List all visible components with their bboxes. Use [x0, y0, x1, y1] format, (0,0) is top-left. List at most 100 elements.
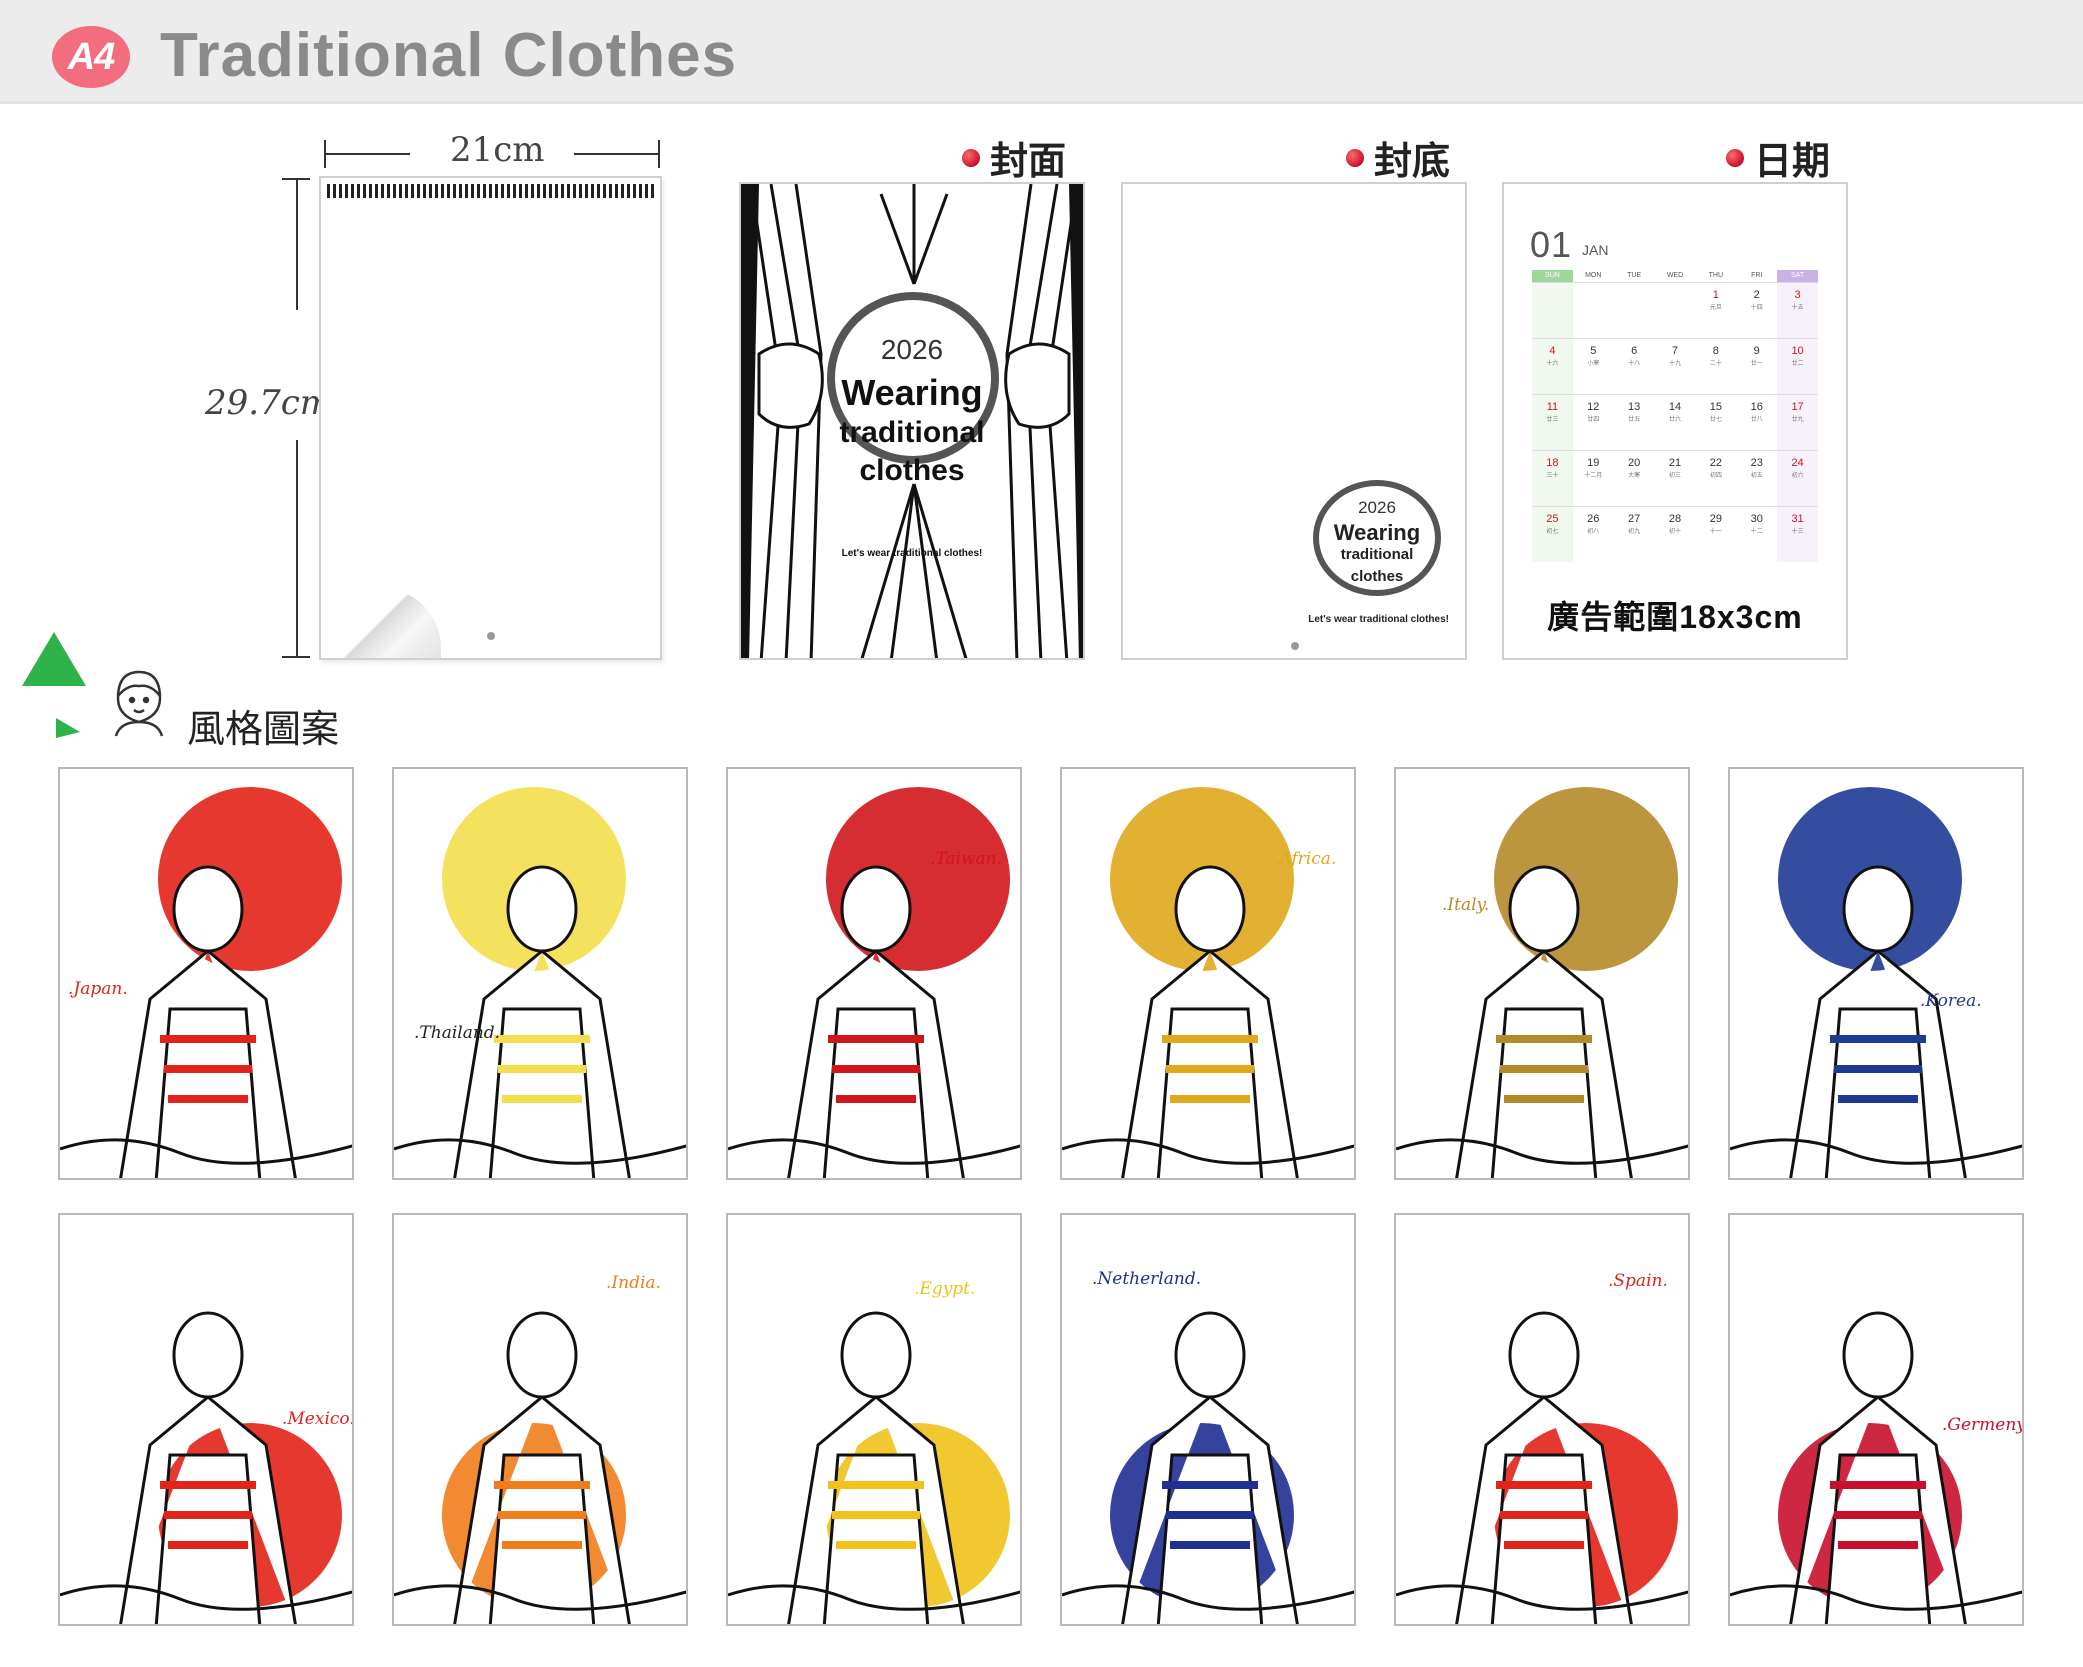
- date-label-text: 日期: [1754, 141, 1831, 183]
- style-tile[interactable]: .Thailand.: [392, 767, 688, 1180]
- figure-sketch: [1062, 865, 1354, 1178]
- lunar-date: 三十: [1546, 473, 1559, 479]
- calendar-day-cell: [1654, 282, 1696, 338]
- green-arrow-icon: [22, 632, 86, 738]
- lunar-date: 廿六: [1668, 417, 1681, 423]
- figure-sketch: [394, 1311, 686, 1624]
- cover-title-line2: traditional: [839, 416, 985, 449]
- lunar-date: 初十: [1668, 529, 1681, 535]
- style-tile[interactable]: .Japan.: [58, 767, 354, 1180]
- weekday-mon: MON: [1585, 272, 1602, 279]
- style-tile[interactable]: .Mexico.: [58, 1213, 354, 1626]
- style-tile[interactable]: .Germeny.: [1728, 1213, 2024, 1626]
- calendar-day-cell: 20 大寒: [1613, 450, 1655, 506]
- page-title: Traditional Clothes: [160, 21, 738, 90]
- back-label-text: 封底: [1374, 141, 1451, 183]
- calendar-day-cell: 9 廿一: [1736, 338, 1778, 394]
- date-section-label: 日期: [1726, 130, 1830, 185]
- lunar-date: 十八: [1628, 361, 1641, 367]
- calendar-day-cell: 19 十二月: [1572, 450, 1614, 506]
- calendar-day-cell: 24 初六: [1777, 450, 1818, 506]
- date-page-mockup: 01 JAN SUN MON TUE WED THU FRI SAT 1 元旦 2 十四 3 十五 4 十…: [1502, 182, 1848, 660]
- height-dimension-label: 29.7cm: [205, 383, 332, 423]
- style-tile[interactable]: .Egypt.: [726, 1213, 1022, 1626]
- calendar-month-number: 01: [1530, 224, 1573, 265]
- day-number: 17: [1791, 401, 1804, 413]
- red-dot-icon: [1346, 148, 1364, 167]
- style-tile[interactable]: .Taiwan.: [726, 767, 1022, 1180]
- calendar-day-cell: 30 十二: [1736, 506, 1778, 562]
- style-tile[interactable]: .Netherland.: [1060, 1213, 1356, 1626]
- day-number: 31: [1791, 513, 1804, 525]
- calendar-day-cell: 22 初四: [1695, 450, 1737, 506]
- red-dot-icon: [962, 148, 980, 167]
- tile-country-label: .Mexico.: [282, 1409, 354, 1429]
- style-tile[interactable]: .India.: [392, 1213, 688, 1626]
- day-number: 28: [1668, 513, 1682, 525]
- day-number: 3: [1794, 289, 1801, 301]
- calendar-day-cell: 17 廿九: [1777, 394, 1818, 450]
- tile-country-label: .Netherland.: [1092, 1269, 1202, 1289]
- style-tile[interactable]: .Africa.: [1060, 767, 1356, 1180]
- lunar-date: 十二: [1750, 529, 1763, 535]
- lunar-date: 廿一: [1750, 361, 1763, 367]
- calendar-day-rows: 1 元旦 2 十四 3 十五 4 十六 5 小寒 6 十八 7 十九 8 二十 9 廿一 10 廿二 11 廿三 12 廿四 1…: [1532, 282, 1818, 562]
- calendar-day-cell: [1532, 282, 1573, 338]
- tile-country-label: .India.: [606, 1273, 661, 1293]
- width-dimension-tick-right: [658, 140, 660, 168]
- cover-page-mockup: 2026 Wearing traditional clothes Let's w…: [739, 182, 1085, 660]
- lunar-date: 初三: [1668, 473, 1681, 479]
- calendar-day-cell: 7 十九: [1654, 338, 1696, 394]
- height-dimension-tick-top: [282, 178, 310, 180]
- calendar-day-cell: 16 廿八: [1736, 394, 1778, 450]
- day-number: 26: [1587, 513, 1600, 525]
- lunar-date: 二十: [1709, 361, 1722, 367]
- lunar-date: 元旦: [1709, 305, 1722, 311]
- tile-country-label: .Italy.: [1442, 895, 1490, 915]
- lunar-date: 初五: [1750, 473, 1763, 479]
- lunar-date: 十四: [1750, 305, 1763, 311]
- costume-illustration: [1062, 787, 1354, 1178]
- width-dimension-line-left: [324, 153, 410, 155]
- style-tile[interactable]: .Korea.: [1728, 767, 2024, 1180]
- day-number: 13: [1628, 401, 1641, 413]
- lunar-date: 初六: [1791, 473, 1804, 479]
- red-dot-icon: [1726, 148, 1744, 167]
- figure-sketch: [1730, 865, 2022, 1178]
- day-number: 14: [1668, 401, 1682, 413]
- day-number: 16: [1750, 401, 1763, 413]
- day-number: 19: [1587, 457, 1600, 469]
- style-tile[interactable]: .Italy.: [1394, 767, 1690, 1180]
- width-dimension-tick-left: [324, 140, 326, 168]
- calendar-day-cell: 11 廿三: [1532, 394, 1573, 450]
- lunar-date: 小寒: [1587, 361, 1600, 367]
- cover-section-label: 封面: [962, 130, 1066, 185]
- back-year: 2026: [1358, 498, 1396, 517]
- lunar-date: 廿九: [1791, 417, 1804, 423]
- calendar-day-cell: 23 初五: [1736, 450, 1778, 506]
- tile-country-label: .Africa.: [1274, 849, 1337, 869]
- calendar-weekday-header: SUN MON TUE WED THU FRI SAT: [1532, 270, 1818, 282]
- header-bar: A4 Traditional Clothes: [0, 0, 2083, 104]
- calendar-grid: SUN MON TUE WED THU FRI SAT 1 元旦 2 十四 3 十五 4 十六 5 小寒 6 十八…: [1532, 270, 1818, 562]
- width-dimension-label: 21cm: [450, 130, 545, 170]
- calendar-day-cell: 14 廿六: [1654, 394, 1696, 450]
- day-number: 5: [1590, 345, 1597, 357]
- day-number: 4: [1549, 345, 1556, 357]
- tile-country-label: .Taiwan.: [930, 849, 1003, 869]
- blank-calendar-mockup: [319, 176, 662, 660]
- page-curl: [321, 588, 441, 658]
- style-tile[interactable]: .Spain.: [1394, 1213, 1690, 1626]
- tile-country-label: .Japan.: [68, 979, 128, 999]
- lunar-date: 初九: [1628, 529, 1641, 535]
- spiral-binding: [327, 184, 654, 198]
- costume-illustration: [728, 1311, 1020, 1624]
- cover-label-text: 封面: [990, 141, 1067, 183]
- calendar-day-cell: 15 廿七: [1695, 394, 1737, 450]
- width-dimension-line-right: [574, 153, 660, 155]
- day-number: 11: [1546, 401, 1559, 413]
- lunar-date: 十九: [1668, 361, 1681, 367]
- figure-sketch: [1062, 1311, 1354, 1624]
- calendar-day-cell: 29 十一: [1695, 506, 1737, 562]
- lunar-date: 廿四: [1587, 417, 1600, 423]
